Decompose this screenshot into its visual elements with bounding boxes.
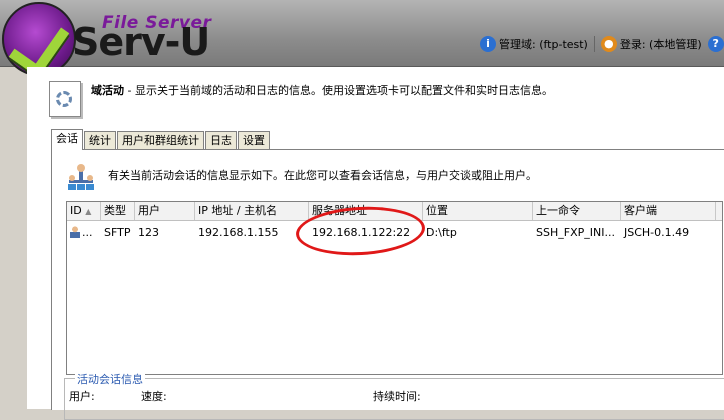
login-label[interactable]: 登录: (本地管理) <box>620 36 702 52</box>
domain-label[interactable]: 管理域: (ftp-test) <box>499 36 588 52</box>
cell-location: D:\ftp <box>426 226 457 239</box>
tab-user-group-statistics[interactable]: 用户和群组统计 <box>117 131 204 150</box>
cell-id-text: ... <box>82 226 93 239</box>
cell-type: SFTP <box>104 226 131 239</box>
tab-sessions[interactable]: 会话 <box>51 129 83 150</box>
serv-u-logo-icon <box>2 2 76 78</box>
active-session-info: 活动会话信息 用户: 速度: 持续时间: <box>64 371 724 420</box>
header-status: i 管理域: (ftp-test) ● 登录: (本地管理) ? <box>480 36 724 52</box>
column-header-client[interactable]: 客户端 <box>621 202 716 220</box>
page-title: 域活动 <box>91 84 124 97</box>
cell-user: 123 <box>138 226 159 239</box>
cell-id: ... <box>67 224 101 242</box>
logo-title: Serv-U <box>72 20 210 64</box>
column-header-type[interactable]: 类型 <box>101 202 135 220</box>
column-header-ip[interactable]: IP 地址 / 主机名 <box>195 202 309 220</box>
column-header-user[interactable]: 用户 <box>135 202 195 220</box>
header-divider <box>593 36 595 52</box>
page-description-text: - 显示关于当前域的活动和日志的信息。使用设置选项卡可以配置文件和实时日志信息。 <box>124 84 553 97</box>
network-users-icon <box>68 164 94 190</box>
user-login-icon[interactable]: ● <box>600 36 617 52</box>
help-icon[interactable]: ? <box>707 36 724 52</box>
user-field-label: 用户: <box>69 390 95 403</box>
table-header: ID ▲ 类型 用户 IP 地址 / 主机名 服务器地址 位置 上一命令 客户端 <box>67 202 722 221</box>
duration-field-label: 持续时间: <box>373 390 421 403</box>
sessions-table[interactable]: ID ▲ 类型 用户 IP 地址 / 主机名 服务器地址 位置 上一命令 客户端… <box>66 201 723 375</box>
domain-activity-icon <box>49 81 81 117</box>
sessions-description: 有关当前活动会话的信息显示如下。在此您可以查看会话信息，与用户交谈或阻止用户。 <box>108 169 537 182</box>
main-content: 域活动 - 显示关于当前域的活动和日志的信息。使用设置选项卡可以配置文件和实时日… <box>27 67 724 420</box>
sessions-panel: 有关当前活动会话的信息显示如下。在此您可以查看会话信息，与用户交谈或阻止用户。 … <box>51 149 724 420</box>
sort-ascending-icon: ▲ <box>85 207 92 216</box>
cell-ip: 192.168.1.155 <box>198 226 279 239</box>
cell-client: JSCH-0.1.49 <box>624 226 690 239</box>
group-title: 活动会话信息 <box>75 371 145 387</box>
tab-logs[interactable]: 日志 <box>205 131 237 150</box>
table-row[interactable]: ... SFTP 123 192.168.1.155 192.168.1.122… <box>67 224 722 242</box>
column-label-id: ID <box>70 204 82 217</box>
column-header-location[interactable]: 位置 <box>423 202 533 220</box>
cell-last-command: SSH_FXP_INI... <box>536 226 615 239</box>
user-icon <box>70 226 80 238</box>
domain-info-icon[interactable]: i <box>480 36 496 52</box>
column-header-id[interactable]: ID ▲ <box>67 202 101 220</box>
tab-statistics[interactable]: 统计 <box>84 131 116 150</box>
tab-bar: 会话 统计 用户和群组统计 日志 设置 <box>51 129 271 150</box>
page-description: 域活动 - 显示关于当前域的活动和日志的信息。使用设置选项卡可以配置文件和实时日… <box>91 82 553 98</box>
column-header-last-command[interactable]: 上一命令 <box>533 202 621 220</box>
column-header-server[interactable]: 服务器地址 <box>309 202 423 220</box>
speed-field-label: 速度: <box>141 390 167 403</box>
cell-server-address: 192.168.1.122:22 <box>312 226 411 239</box>
app-header: File Server Serv-U i 管理域: (ftp-test) ● 登… <box>0 0 724 78</box>
gear-icon <box>56 91 72 107</box>
tab-settings[interactable]: 设置 <box>238 131 270 150</box>
